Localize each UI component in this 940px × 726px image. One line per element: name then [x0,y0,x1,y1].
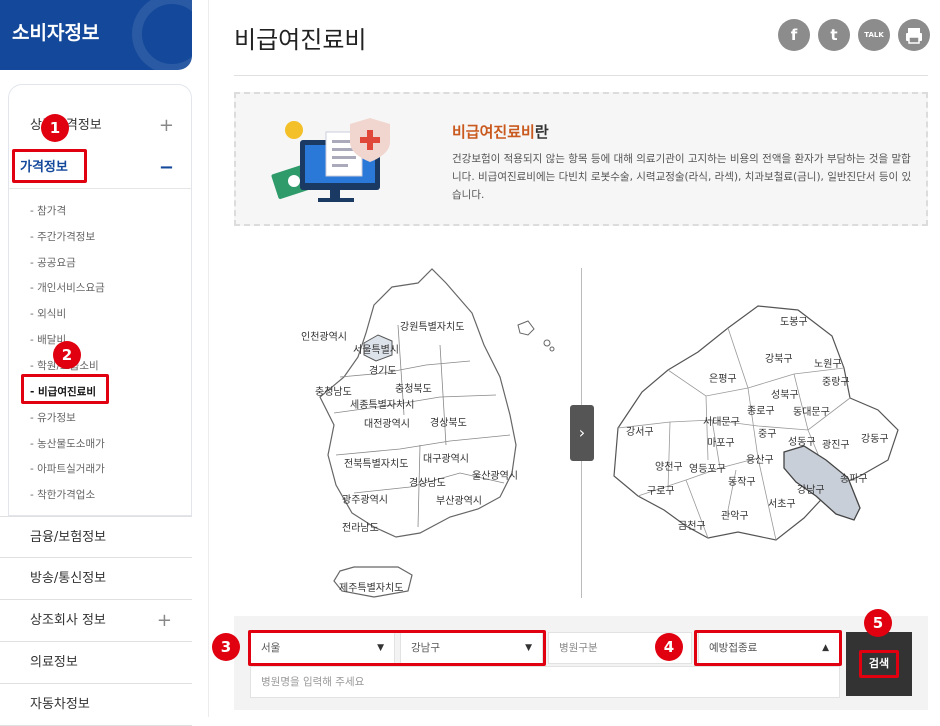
map-label[interactable]: 동작구 [728,473,756,488]
map-label[interactable]: 강서구 [626,423,654,438]
map-label[interactable]: 광진구 [822,436,850,451]
map-label[interactable]: 중구 [758,425,776,440]
subitem-dining[interactable]: - 외식비 [30,306,66,321]
plus-icon[interactable]: + [159,105,174,147]
step-badge-2: 2 [53,341,81,369]
title-divider [234,75,928,76]
map-label[interactable]: 송파구 [840,470,868,485]
sidebar-item-broadcast[interactable]: 방송/통신정보 [0,558,192,600]
map-label[interactable]: 노원구 [814,355,842,370]
map-label[interactable]: 서울특별시 [353,341,399,356]
map-label[interactable]: 강동구 [861,430,889,445]
minus-icon[interactable]: − [159,147,174,189]
map-label[interactable]: 울산광역시 [472,467,518,482]
map-label[interactable]: 광주광역시 [342,491,388,506]
map-label[interactable]: 성동구 [788,433,816,448]
sidebar-item-medical[interactable]: 의료정보 [0,642,192,684]
map-label[interactable]: 제주특별자치도 [339,579,403,594]
highlight-box-price-info [12,149,87,183]
map-label[interactable]: 양천구 [655,458,683,473]
map-label[interactable]: 도봉구 [780,313,808,328]
map-label[interactable]: 종로구 [747,402,775,417]
map-label[interactable]: 마포구 [707,434,735,449]
watermark-logo [132,0,192,70]
sidebar-header: 소비자정보 [0,0,192,70]
map-label[interactable]: 경상북도 [430,414,467,429]
highlight-box-noncovered [21,374,109,404]
sidebar-item-car[interactable]: 자동차정보 [0,684,192,726]
sidebar-item-product-price[interactable]: 상품가격정보 + [8,105,192,147]
highlight-box-search [859,650,899,678]
map-label[interactable]: 전라남도 [342,519,379,534]
divider [208,0,209,717]
subitem-personal-service[interactable]: - 개인서비스요금 [30,280,105,295]
map-label[interactable]: 중랑구 [822,373,850,388]
step-badge-5: 5 [864,609,892,637]
map-label[interactable]: 금천구 [678,517,706,532]
map-label[interactable]: 부산광역시 [436,492,482,507]
subitem-cham-price[interactable]: - 참가격 [30,203,66,218]
info-heading: 비급여진료비란 [452,123,549,141]
highlight-box-region [248,630,546,666]
map-label[interactable]: 영등포구 [689,460,726,475]
map-label[interactable]: 경기도 [369,362,397,377]
map-label[interactable]: 전북특별자치도 [344,455,408,470]
step-badge-1: 1 [41,114,69,142]
map-label[interactable]: 은평구 [709,370,737,385]
map-label[interactable]: 경상남도 [409,474,446,489]
subitem-good-price[interactable]: - 착한가격업소 [30,487,95,502]
map-label[interactable]: 충청남도 [315,383,352,398]
sidebar-title: 소비자정보 [12,22,100,44]
highlight-box-vaccine [694,630,842,666]
step-badge-4: 4 [655,633,683,661]
plus-icon[interactable]: + [157,600,172,642]
map-label[interactable]: 세종특별자치시 [350,396,414,411]
page-title: 비급여진료비 [234,26,367,54]
subitem-weekly-price[interactable]: - 주간가격정보 [30,229,95,244]
hospital-name-input[interactable]: 병원명을 입력해 주세요 [250,666,840,698]
map-label[interactable]: 강원특별자치도 [400,318,464,333]
step-badge-3: 3 [212,633,240,661]
monitor-illustration-icon [271,118,390,202]
chevron-right-icon[interactable]: › [570,405,594,461]
map-label[interactable]: 강남구 [797,481,825,496]
subitem-public-fee[interactable]: - 공공요금 [30,255,76,270]
twitter-share-icon[interactable]: t [818,19,850,51]
sidebar-item-funeral[interactable]: 상조회사 정보 + [0,600,192,642]
map-label[interactable]: 서대문구 [703,413,740,428]
korea-map[interactable] [300,265,560,600]
map-label[interactable]: 강북구 [765,350,793,365]
map-label[interactable]: 성북구 [771,386,799,401]
map-label[interactable]: 동대문구 [793,403,830,418]
sidebar-item-finance[interactable]: 금융/보험정보 [0,516,192,558]
info-description: 건강보험이 적용되지 않는 항목 등에 대해 의료기관이 고지하는 비용의 전액… [452,153,912,201]
subitem-agri[interactable]: - 농산물도소매가 [30,436,105,451]
subitem-apartment[interactable]: - 아파트실거래가 [30,461,105,476]
map-label[interactable]: 관악구 [721,507,749,522]
kakaotalk-share-icon[interactable]: TALK [858,19,890,51]
map-label[interactable]: 구로구 [647,482,675,497]
map-label[interactable]: 충청북도 [395,380,432,395]
subitem-fuel[interactable]: - 유가정보 [30,410,76,425]
map-label[interactable]: 대구광역시 [423,450,469,465]
map-label[interactable]: 용산구 [746,451,774,466]
map-label[interactable]: 인천광역시 [301,328,347,343]
map-label[interactable]: 대전광역시 [364,415,410,430]
map-label[interactable]: 서초구 [768,495,796,510]
print-icon[interactable] [898,19,930,51]
facebook-share-icon[interactable]: f [778,19,810,51]
